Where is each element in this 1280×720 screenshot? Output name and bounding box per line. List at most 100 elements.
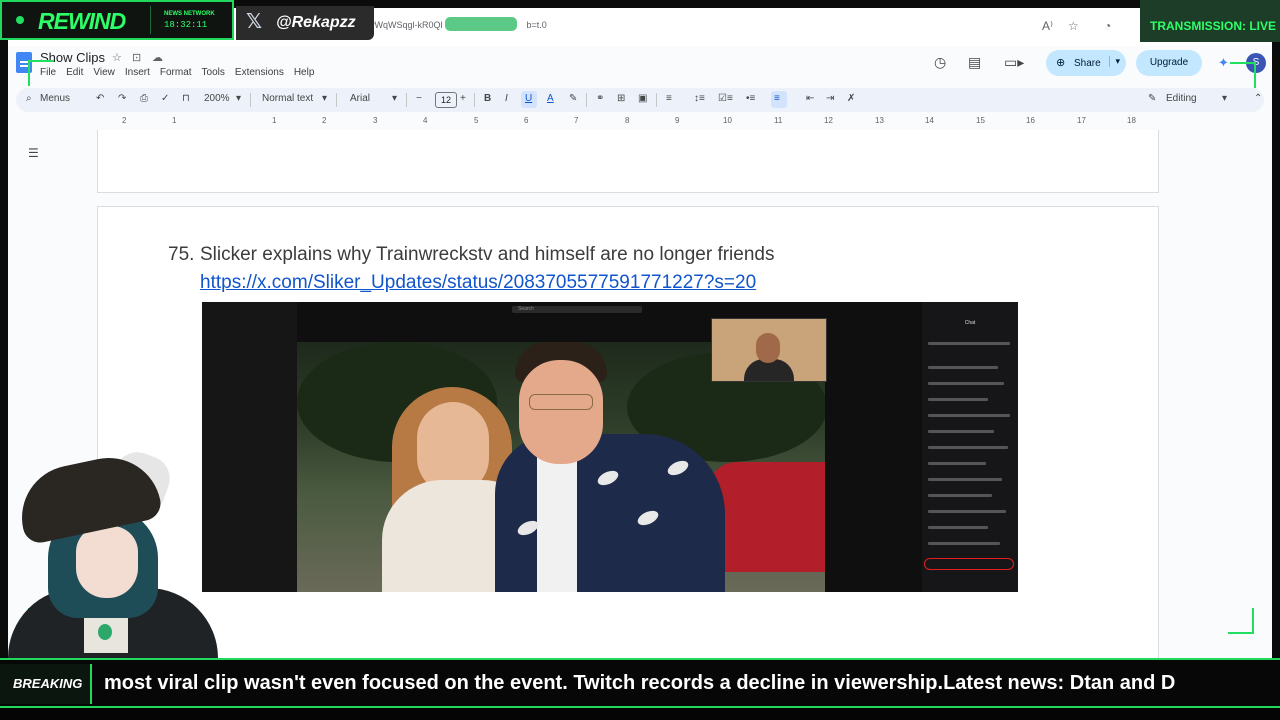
globe-icon: ⊕ — [1056, 57, 1066, 69]
chevron-down-icon[interactable]: ▾ — [322, 93, 327, 104]
divider — [656, 93, 657, 107]
horizontal-ruler[interactable]: 2 1 1 2 3 4 5 6 7 8 9 10 11 12 13 14 15 … — [8, 116, 1272, 131]
chat-message — [928, 478, 1002, 481]
move-folder-icon[interactable]: ⊡ — [132, 51, 141, 64]
bulleted-list-icon[interactable]: •≡ — [746, 93, 755, 104]
print-icon[interactable]: ⎙ — [140, 93, 148, 104]
gemini-icon[interactable]: ✦ — [1218, 55, 1229, 71]
clip-link[interactable]: https://x.com/Sliker_Updates/status/2083… — [200, 272, 756, 294]
menu-format[interactable]: Format — [160, 67, 192, 78]
search-icon[interactable]: ⌕ — [26, 93, 32, 104]
ruler-number: 4 — [423, 116, 428, 125]
transmission-text: TRANSMISSION: LIVE — [1150, 19, 1277, 33]
menu-help[interactable]: Help — [294, 67, 315, 78]
translate-icon[interactable]: A⁾ — [1042, 19, 1053, 33]
cloud-status-icon[interactable]: ☁ — [152, 51, 163, 64]
chat-message — [928, 430, 994, 433]
ruler-number: 2 — [322, 116, 327, 125]
increase-font-icon[interactable]: + — [460, 93, 466, 104]
meet-video-icon[interactable]: ▭▸ — [1004, 54, 1024, 71]
clear-formatting-icon[interactable]: ✗ — [847, 93, 855, 104]
ruler-number: 6 — [524, 116, 529, 125]
menu-view[interactable]: View — [93, 67, 115, 78]
numbered-list-icon[interactable]: ≡ — [774, 93, 780, 104]
breaking-badge: BREAKING — [0, 664, 92, 704]
chat-message — [928, 542, 1000, 545]
ruler-number: 15 — [976, 116, 985, 125]
share-button[interactable]: ⊕ Share ▾ — [1046, 50, 1126, 76]
breaking-label: BREAKING — [13, 676, 83, 691]
editing-mode-select[interactable]: Editing — [1166, 93, 1197, 104]
increase-indent-icon[interactable]: ⇥ — [826, 93, 834, 104]
document-outline-icon[interactable]: ☰ — [28, 146, 39, 160]
chevron-down-icon[interactable]: ▾ — [1109, 56, 1120, 67]
x-logo-icon: 𝕏 — [246, 9, 263, 33]
link-icon[interactable]: ⚭ — [596, 93, 604, 104]
decrease-font-icon[interactable]: − — [416, 93, 422, 104]
chat-message — [928, 462, 986, 465]
news-ticker: BREAKING most viral clip wasn't even foc… — [0, 658, 1280, 708]
text-color-icon[interactable]: A — [547, 93, 554, 104]
chevron-down-icon[interactable]: ▾ — [1222, 93, 1227, 104]
chat-message — [928, 414, 1010, 417]
zoom-select[interactable]: 200% — [204, 93, 230, 104]
avatar-gem — [98, 624, 112, 640]
url-redaction — [445, 17, 517, 31]
stream-search-bar: Search — [512, 306, 642, 313]
bookmark-star-icon[interactable]: ☆ — [1068, 19, 1079, 33]
comments-icon[interactable]: ▤ — [968, 54, 981, 71]
line-spacing-icon[interactable]: ↕≡ — [694, 93, 705, 104]
ruler-number: 2 — [122, 116, 127, 125]
highlight-icon[interactable]: ✎ — [569, 93, 577, 104]
transmission-badge: TRANSMISSION: LIVE — [1140, 0, 1280, 42]
menu-extensions[interactable]: Extensions — [235, 67, 284, 78]
chevron-down-icon[interactable]: ▾ — [392, 93, 397, 104]
ruler-number: 3 — [373, 116, 378, 125]
previous-page[interactable] — [97, 130, 1159, 193]
docs-header: Show Clips ☆ ⊡ ☁ File Edit View Insert F… — [8, 46, 1272, 88]
clip-title[interactable]: Slicker explains why Trainwreckstv and h… — [200, 244, 774, 266]
menu-tools[interactable]: Tools — [202, 67, 225, 78]
divider — [474, 93, 475, 107]
add-comment-icon[interactable]: ⊞ — [617, 93, 625, 104]
share-label: Share — [1074, 57, 1101, 69]
paragraph-style-select[interactable]: Normal text — [262, 93, 313, 104]
paint-format-icon[interactable]: ⊓ — [182, 93, 190, 104]
spellcheck-icon[interactable]: ✓ — [161, 93, 169, 104]
upgrade-button[interactable]: Upgrade — [1136, 50, 1202, 76]
decrease-indent-icon[interactable]: ⇤ — [806, 93, 814, 104]
italic-icon[interactable]: I — [505, 93, 508, 104]
news-network-label: NEWS NETWORK — [164, 11, 215, 17]
chat-message — [928, 342, 1010, 345]
streamer-webcam — [711, 318, 827, 382]
redo-icon[interactable]: ↷ — [118, 93, 126, 104]
checklist-icon[interactable]: ☑≡ — [718, 93, 733, 104]
divider — [150, 6, 151, 34]
chat-header: Chat — [964, 320, 976, 326]
extension-icon[interactable]: ◔ — [1104, 19, 1111, 33]
insert-image-icon[interactable]: ▣ — [638, 93, 647, 104]
rewind-logo-text: REWIND — [38, 8, 126, 34]
menu-insert[interactable]: Insert — [125, 67, 150, 78]
chat-message — [928, 382, 1004, 385]
man-face — [519, 360, 603, 464]
align-icon[interactable]: ≡ — [666, 93, 672, 104]
bold-icon[interactable]: B — [484, 93, 491, 104]
menu-bar: File Edit View Insert Format Tools Exten… — [40, 67, 314, 78]
frame-corner — [1230, 62, 1256, 88]
chevron-down-icon[interactable]: ▾ — [236, 93, 241, 104]
version-history-icon[interactable]: ◷ — [934, 54, 946, 71]
ruler-number: 13 — [875, 116, 884, 125]
ruler-number: 7 — [574, 116, 579, 125]
undo-icon[interactable]: ↶ — [96, 93, 104, 104]
font-select[interactable]: Arial — [350, 93, 370, 104]
x-handle-text: @Rekapzz — [276, 14, 356, 31]
pencil-icon[interactable]: ✎ — [1148, 93, 1156, 104]
underline-icon[interactable]: U — [525, 93, 532, 104]
chevron-up-icon[interactable]: ⌃ — [1254, 93, 1262, 104]
embedded-stream-screenshot[interactable]: Search Chat — [202, 302, 1018, 592]
star-icon[interactable]: ☆ — [112, 51, 122, 64]
font-size-input[interactable]: 12 — [435, 92, 457, 108]
menu-edit[interactable]: Edit — [66, 67, 83, 78]
menus-label[interactable]: Menus — [40, 93, 70, 104]
